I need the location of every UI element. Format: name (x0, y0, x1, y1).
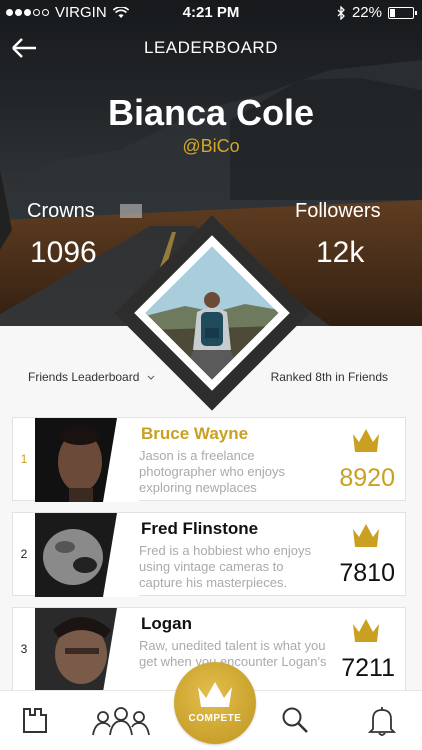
user-name: Fred Flinstone (141, 519, 259, 538)
user-score: 7810 (339, 559, 395, 587)
compete-label: COMPETE (188, 713, 242, 724)
battery-icon (388, 6, 417, 19)
people-icon[interactable] (90, 705, 152, 737)
user-thumbnail (35, 418, 139, 502)
leaderboard-screen: VIRGIN 4:21 PM 22% LEADERBOARD Bianca Co… (0, 0, 422, 750)
followers-value: 12k (316, 236, 365, 269)
user-description: Fred is a hobbiest who enjoys using vint… (139, 543, 311, 590)
crowns-label: Crowns (27, 200, 95, 222)
castle-icon[interactable] (20, 705, 50, 735)
profile-name: Bianca Cole (107, 92, 315, 133)
user-thumbnail (35, 513, 139, 597)
user-thumbnail (35, 608, 139, 692)
bluetooth-icon (337, 5, 345, 20)
profile-handle: @BiCo (182, 136, 240, 156)
crowns-value: 1096 (30, 236, 97, 269)
user-score: 8920 (339, 464, 395, 492)
page-title: LEADERBOARD (144, 38, 278, 57)
search-icon[interactable] (280, 705, 310, 735)
crown-icon (353, 429, 379, 452)
dropdown-label: Friends Leaderboard (28, 370, 140, 384)
rank-number: 1 (20, 452, 28, 466)
chevron-down-icon (147, 375, 155, 380)
user-description: Jason is a freelance photographer who en… (139, 448, 285, 495)
bell-icon[interactable] (367, 705, 397, 737)
leaderboard-row[interactable]: 2 Fred Flinstone Fred is a hobbiest who … (12, 512, 406, 597)
leaderboard-row[interactable]: 1 Bruce Wayne Jason is a freelance photo… (12, 417, 406, 502)
user-score: 7211 (341, 654, 395, 682)
crown-icon (353, 619, 379, 642)
user-name: Bruce Wayne (141, 424, 249, 443)
compete-button[interactable]: COMPETE (174, 662, 256, 744)
user-name: Logan (141, 614, 192, 633)
rank-number: 2 (20, 547, 28, 561)
followers-label: Followers (295, 200, 381, 222)
status-right-group: 22% (337, 4, 417, 21)
battery-percent: 22% (351, 4, 382, 21)
crown-icon (353, 524, 379, 547)
friends-leaderboard-dropdown[interactable]: Friends Leaderboard (28, 370, 156, 384)
ranking-text: Ranked 8th in Friends (270, 370, 388, 384)
nav-bar: LEADERBOARD (0, 30, 422, 66)
status-bar: VIRGIN 4:21 PM 22% (0, 0, 422, 26)
crown-icon (198, 682, 232, 707)
rank-number: 3 (20, 642, 28, 656)
